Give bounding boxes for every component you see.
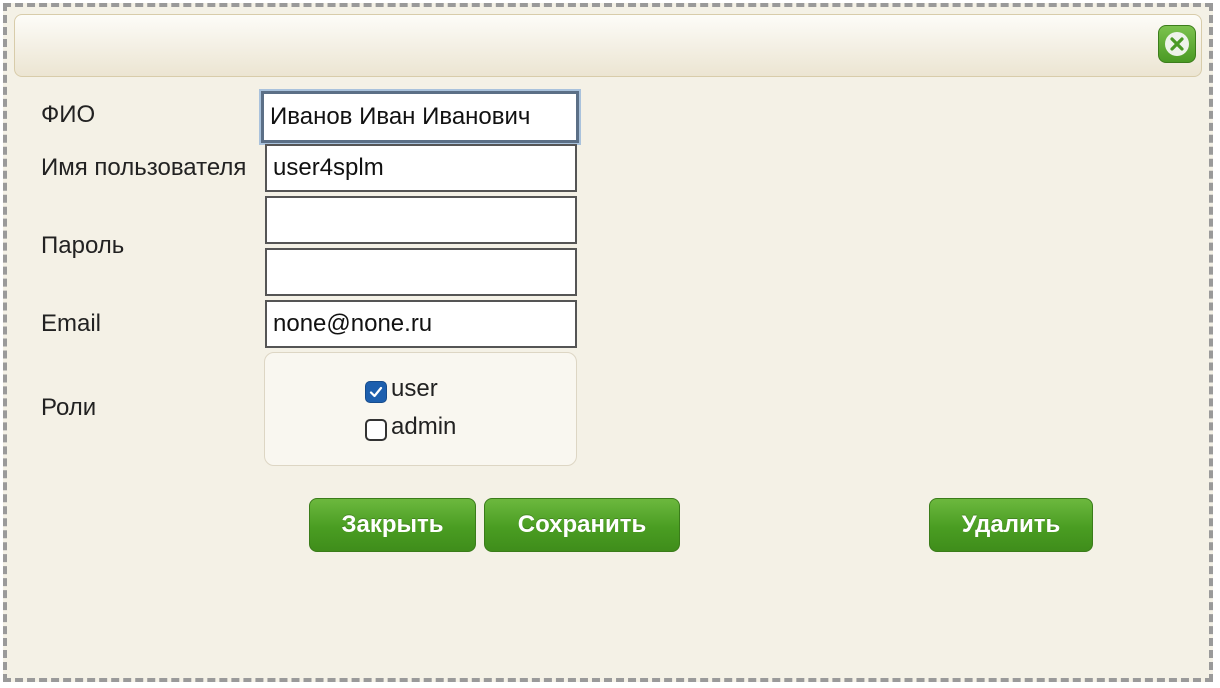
role-item-user[interactable]: user [365,375,438,403]
password-input[interactable] [265,196,577,244]
password-label: Пароль [41,232,125,259]
email-label: Email [41,310,102,337]
role-user-checkbox[interactable] [365,381,387,403]
user-edit-dialog: ФИО Имя пользователя Пароль Email Роли u… [3,3,1213,682]
password-confirm-input[interactable] [265,248,577,296]
fio-input[interactable] [261,91,579,143]
dialog-close-button[interactable] [1158,25,1196,63]
username-label: Имя пользователя [41,154,247,181]
role-user-label: user [391,375,438,402]
role-admin-label: admin [391,413,457,440]
checkmark-icon [369,386,383,398]
close-icon [1165,32,1189,56]
email-input[interactable] [265,300,577,348]
roles-group: user admin [264,352,577,466]
role-item-admin[interactable]: admin [365,413,456,441]
username-input[interactable] [265,144,577,192]
save-button[interactable]: Сохранить [484,498,680,552]
dialog-titlebar[interactable] [14,14,1202,77]
role-admin-checkbox[interactable] [365,419,387,441]
close-button[interactable]: Закрыть [309,498,476,552]
delete-button[interactable]: Удалить [929,498,1093,552]
fio-label: ФИО [41,101,96,128]
roles-label: Роли [41,394,97,421]
